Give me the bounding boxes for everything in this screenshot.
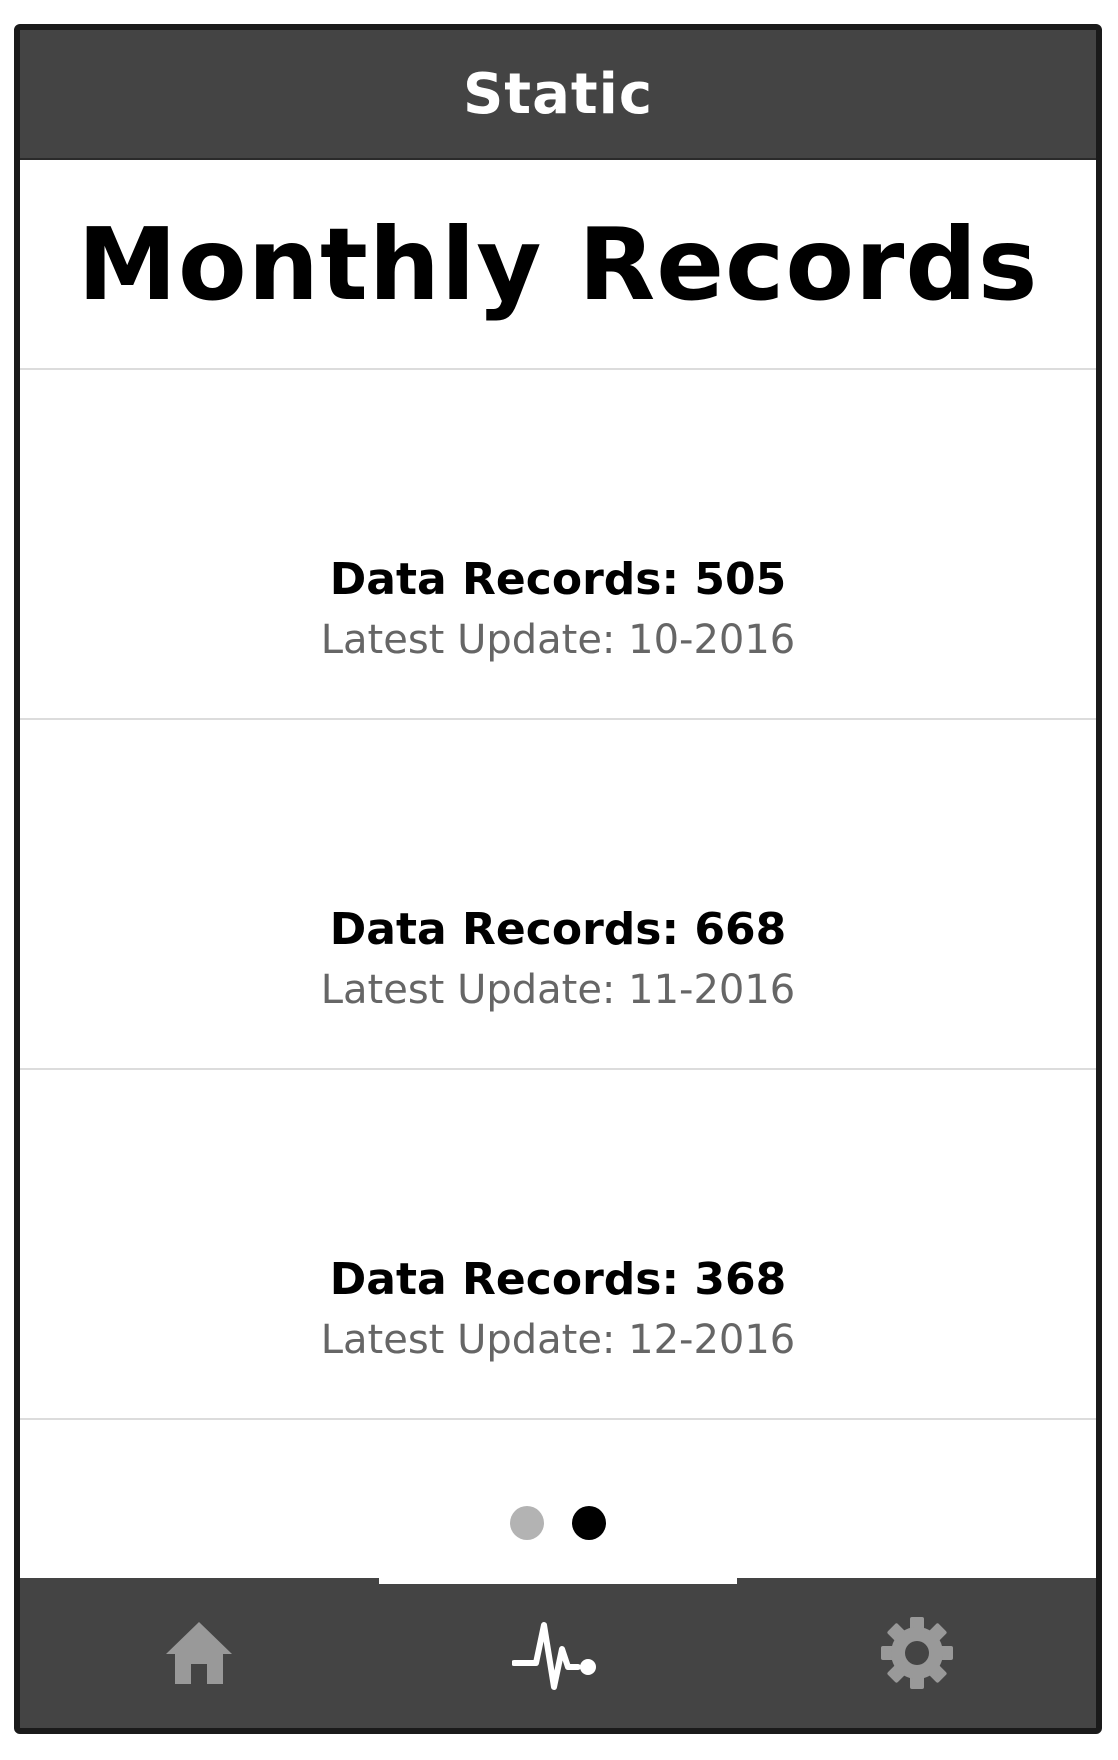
top-app-bar: Static: [20, 30, 1096, 160]
gear-icon: [880, 1617, 953, 1689]
page-dot-1[interactable]: [510, 1506, 544, 1540]
tab-home[interactable]: [20, 1578, 379, 1728]
page-heading-section: Monthly Records: [20, 160, 1096, 370]
page-indicator: [20, 1506, 1096, 1540]
activity-icon: [512, 1622, 596, 1690]
record-latest-update: Latest Update: 11-2016: [320, 967, 796, 1013]
page-dot-2-active[interactable]: [572, 1506, 606, 1540]
record-count: Data Records: 368: [329, 1254, 787, 1305]
record-card[interactable]: Data Records: 368 Latest Update: 12-2016: [20, 1070, 1096, 1420]
home-icon: [166, 1622, 233, 1684]
bottom-tab-bar: [20, 1578, 1096, 1728]
record-latest-update: Latest Update: 12-2016: [320, 1317, 796, 1363]
record-latest-update: Latest Update: 10-2016: [320, 617, 796, 663]
tab-settings[interactable]: [737, 1578, 1096, 1728]
record-count: Data Records: 505: [329, 554, 787, 605]
page-title: Monthly Records: [77, 205, 1039, 323]
tab-activity[interactable]: [378, 1578, 738, 1728]
app-bar-title: Static: [462, 61, 654, 127]
record-card[interactable]: Data Records: 505 Latest Update: 10-2016: [20, 370, 1096, 720]
record-count: Data Records: 668: [329, 904, 787, 955]
record-card[interactable]: Data Records: 668 Latest Update: 11-2016: [20, 720, 1096, 1070]
phone-screen: Static Monthly Records Data Records: 505…: [14, 24, 1102, 1734]
records-list: Data Records: 505 Latest Update: 10-2016…: [20, 370, 1096, 1420]
